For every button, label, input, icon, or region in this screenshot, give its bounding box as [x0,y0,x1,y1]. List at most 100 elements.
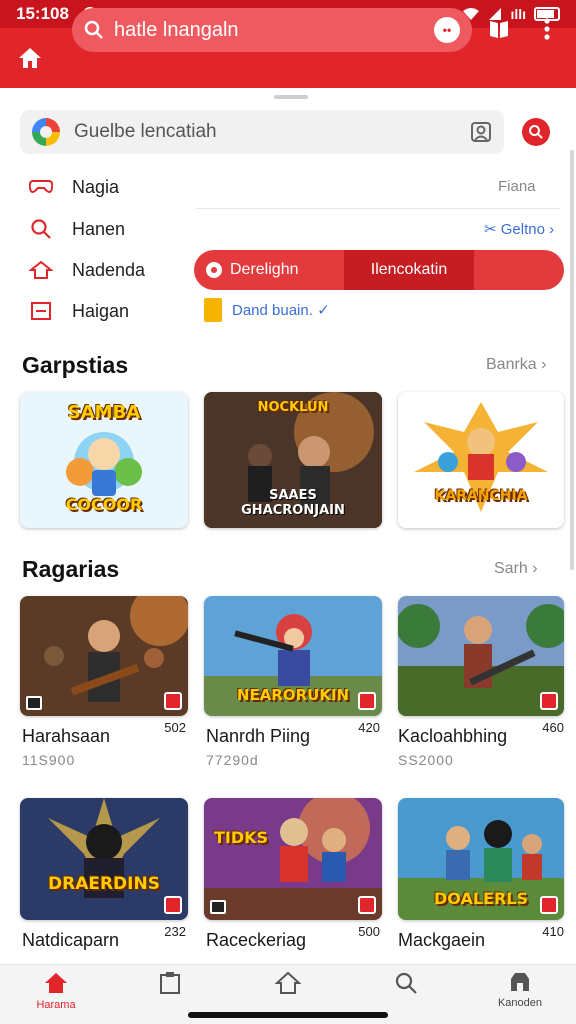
home-icon [45,973,67,993]
game-logo-icon [358,896,376,914]
tile-caption: DRAERDINS [48,874,160,894]
game-logo-icon [540,896,558,914]
tile-caption: NOCKLUN [257,400,329,415]
tile-caption: KARANCHIA [434,488,528,504]
url-search-text: hatle lnangaln [114,18,239,41]
geltno-link[interactable]: ✂ Geltno › [484,220,554,238]
see-all-link[interactable]: Banrka › [486,356,546,374]
search-icon [31,219,51,239]
featured-tile[interactable]: NOCKLUN SAAES GHACRONJAIN [204,392,382,528]
nav-item-home[interactable]: Harama [16,971,96,1011]
game-count: 500 [358,924,380,939]
assistant-icon[interactable]: •• [434,17,460,43]
profile-icon[interactable] [470,121,492,143]
nav-item-house[interactable] [248,971,328,995]
game-art-action-duo [204,798,382,920]
nav-item-search[interactable] [366,971,446,995]
search-icon [84,20,103,39]
tile-art: KARANCHIA [398,392,564,528]
game-count: 420 [358,720,380,735]
platform-badge-icon [210,900,226,914]
house-outline-icon [275,971,301,994]
game-tile[interactable]: NEARORUKIN [204,596,382,716]
tile-caption: SAAES GHACRONJAIN [241,488,345,518]
tile-art: NOCKLUN SAAES GHACRONJAIN [204,392,382,528]
fiana-link[interactable]: Fiana [498,178,536,195]
folder-link-label: Dand buain. [232,301,313,319]
drag-handle[interactable] [274,95,308,99]
featured-tile[interactable]: KARANCHIA [398,392,564,528]
section-title: Ragarias [22,556,120,582]
segment-derelighn[interactable]: Derelighn [194,250,344,290]
tile-caption: COCOOR [65,495,143,514]
game-title[interactable]: Harahsaan [22,726,110,747]
tag-icon: ✂ [484,221,501,238]
game-count: 502 [164,720,186,735]
gamepad-icon [29,180,53,193]
search-icon [529,125,543,139]
home-button[interactable] [0,28,60,88]
bookmarks-button[interactable] [484,14,514,44]
location-pin-icon [206,262,222,278]
segment-empty[interactable] [474,250,564,290]
search-button[interactable] [522,118,550,146]
gesture-home-bar[interactable] [188,1012,388,1018]
calendar-icon [31,302,51,320]
game-title[interactable]: Kacloahbhing [398,726,507,747]
featured-tile[interactable]: SAMBA COCOOR [20,392,188,528]
segmented-control: Derelighn Ilencokatin [194,250,564,290]
geltno-label: Geltno [500,221,545,238]
section-title: Garpstias [22,352,129,378]
tile-caption: TIDKS [214,828,269,847]
game-count: 232 [164,924,186,939]
tile-caption: SAMBA [67,402,141,423]
game-count: 460 [542,720,564,735]
segment-ilencokatin[interactable]: Ilencokatin [344,250,474,290]
game-art-guitar-hero [20,596,188,716]
game-tile[interactable] [20,596,188,716]
hero-group-illustration [414,402,548,512]
menu-item-label: Haigan [72,300,130,321]
nav-item-store[interactable]: Kanoden [480,971,560,1009]
game-meta: 11S900 [22,752,76,768]
game-title[interactable]: Raceckeriag [206,930,306,951]
search-card[interactable]: Guelbe lencatiah [20,110,504,154]
menu-item-nagia[interactable]: Nagia [28,172,119,202]
game-logo-icon [358,692,376,710]
store-icon [511,973,529,991]
menu-item-label: Nagia [72,176,120,197]
nav-item-clipboard[interactable] [130,971,210,995]
divider [196,208,560,209]
menu-item-haigan[interactable]: Haigan [28,296,129,326]
chevron-right-icon: › [544,221,555,238]
url-search-bar[interactable]: hatle lnangaln •• [72,8,472,52]
tile-caption: NEARORUKIN [236,686,350,704]
more-menu-button[interactable] [532,14,562,44]
check-icon: ✓ [312,302,330,319]
game-tile[interactable]: DOALERLS [398,798,564,920]
game-title[interactable]: Mackgaein [398,930,485,951]
see-all-link[interactable]: Sarh › [494,560,538,578]
home-icon [29,260,53,279]
segment-label: Derelighn [230,261,299,278]
game-tile[interactable]: DRAERDINS [20,798,188,920]
menu-item-hanen[interactable]: Hanen [28,214,125,244]
segment-label: Ilencokatin [370,261,448,278]
game-title[interactable]: Natdicaparn [22,930,119,951]
game-logo-icon [164,896,182,914]
status-time: 15:108 [16,4,69,23]
tile-art: SAMBA COCOOR [20,392,188,528]
search-icon [395,972,417,994]
scrollbar[interactable] [570,150,574,570]
game-tile[interactable] [398,596,564,716]
nav-label: Kanoden [497,997,543,1009]
menu-item-nadenda[interactable]: Nadenda [28,255,145,285]
nav-label: Harama [36,999,76,1011]
menu-item-label: Hanen [72,218,126,239]
game-count: 410 [542,924,564,939]
platform-badge-icon [26,696,42,710]
game-title[interactable]: Nanrdh Piing [206,726,310,747]
game-tile[interactable]: TIDKS [204,798,382,920]
game-art-dark-hero [20,798,188,920]
folder-link[interactable]: Dand buain. ✓ [204,298,330,322]
